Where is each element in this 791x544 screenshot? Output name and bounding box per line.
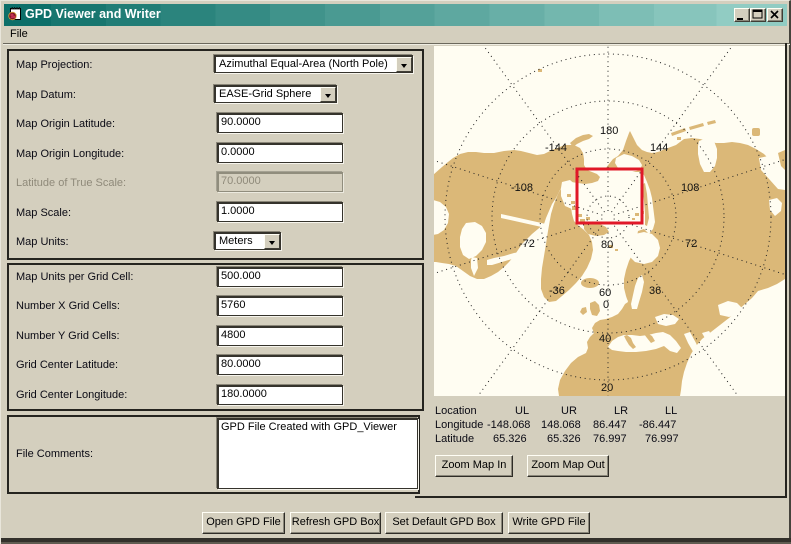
svg-text:80: 80 [601, 239, 613, 251]
svg-text:-72: -72 [519, 238, 535, 250]
svg-text:180: 180 [600, 125, 618, 137]
svg-text:-36: -36 [549, 285, 565, 297]
svg-text:108: 108 [681, 182, 699, 194]
svg-text:40: 40 [599, 333, 611, 345]
svg-text:60: 60 [599, 287, 611, 299]
svg-text:20: 20 [601, 382, 613, 394]
svg-text:-108: -108 [511, 182, 533, 194]
svg-text:0: 0 [603, 299, 609, 311]
svg-text:72: 72 [685, 238, 697, 250]
svg-text:144: 144 [650, 142, 668, 154]
svg-text:36: 36 [649, 285, 661, 297]
svg-text:-144: -144 [545, 142, 567, 154]
